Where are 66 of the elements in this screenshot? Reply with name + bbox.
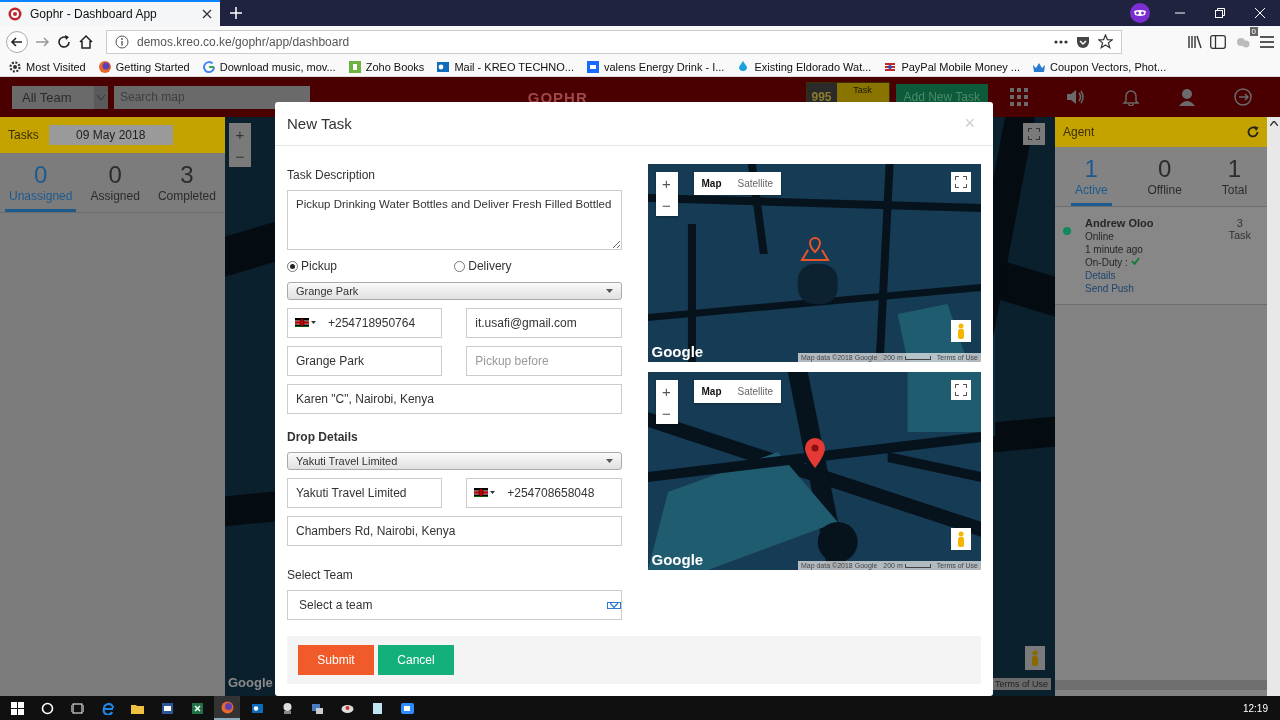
- reload-icon[interactable]: [56, 33, 72, 50]
- refresh-icon[interactable]: [1247, 126, 1259, 138]
- app-icon[interactable]: [310, 701, 324, 715]
- caret-icon: [97, 94, 105, 100]
- panel-title: Tasks: [8, 128, 39, 142]
- logo-icon: [8, 7, 22, 21]
- scrollbar[interactable]: [1267, 117, 1280, 696]
- home-icon[interactable]: [78, 33, 94, 50]
- last-seen: 1 minute ago: [1085, 244, 1144, 255]
- user-icon[interactable]: [1178, 88, 1196, 106]
- plus-icon[interactable]: [230, 7, 242, 19]
- tab-title: Gophr - Dashboard App: [30, 7, 158, 21]
- clock: 12:19: [1241, 702, 1269, 714]
- video-icon[interactable]: [400, 701, 414, 715]
- more-icon[interactable]: [1054, 39, 1068, 44]
- apps-icon[interactable]: [1010, 88, 1028, 106]
- fox-icon[interactable]: [220, 700, 234, 714]
- extension-badge: 0: [1249, 26, 1258, 36]
- bookmark-link[interactable]: valens Energy Drink - I...: [603, 60, 725, 73]
- speaker-icon[interactable]: [1066, 88, 1084, 106]
- duty-label: On-Duty :: [1085, 257, 1128, 268]
- logout-icon[interactable]: [1234, 88, 1252, 106]
- sidebar-icon[interactable]: [1210, 34, 1226, 49]
- windows-icon[interactable]: [10, 701, 24, 715]
- bookmark-link[interactable]: Download music, mov...: [219, 60, 336, 73]
- team-select-value: All Team: [22, 89, 72, 105]
- spreadsheet-icon[interactable]: [190, 701, 204, 715]
- stat-tab[interactable]: 1 Total: [1217, 155, 1252, 206]
- agent-status: Online: [1085, 231, 1115, 242]
- restore-icon[interactable]: [1215, 8, 1225, 18]
- bookmark-icon: [201, 59, 216, 74]
- menu-icon[interactable]: [1260, 35, 1274, 48]
- bookmark-link[interactable]: Most Visited: [26, 60, 86, 73]
- date-field[interactable]: 09 May 2018: [48, 125, 173, 145]
- info-icon: [115, 34, 129, 49]
- task-view-icon[interactable]: [70, 701, 84, 715]
- browser-tab[interactable]: Gophr - Dashboard App: [0, 0, 220, 26]
- bookmark-link[interactable]: Getting Started: [115, 60, 190, 73]
- bookmark-link[interactable]: PayPal Mobile Money ...: [901, 60, 1020, 73]
- panel-title: Agent: [1063, 125, 1095, 139]
- bookmark-link[interactable]: Mail - KREO TECHNO...: [454, 60, 574, 73]
- agent-name: Andrew Oloo: [1085, 217, 1155, 229]
- address-bar[interactable]: demos.kreo.co.ke/gophr/app/dashboard: [106, 29, 1122, 54]
- notepad-icon[interactable]: [370, 701, 384, 715]
- scrollbar[interactable]: [1055, 680, 1267, 690]
- bell-icon[interactable]: [1122, 88, 1140, 106]
- scroll-up-icon[interactable]: [1269, 121, 1278, 126]
- close-icon[interactable]: [202, 9, 212, 19]
- bookmark-icon: [8, 59, 22, 74]
- search-icon[interactable]: [40, 701, 54, 715]
- bookmark-icon: [97, 59, 112, 74]
- bookmark-link[interactable]: Coupon Vectors, Phot...: [1050, 60, 1167, 73]
- mail-icon[interactable]: [250, 701, 264, 715]
- bookmark-link[interactable]: Existing Eldorado Wat...: [754, 60, 872, 73]
- document-icon[interactable]: [160, 701, 174, 715]
- task-label: Task: [1228, 229, 1251, 241]
- stat-tab[interactable]: 0 Offline: [1143, 155, 1186, 206]
- task-count: 3: [1236, 217, 1243, 229]
- browser-icon[interactable]: [100, 701, 114, 715]
- star-icon[interactable]: [1098, 34, 1113, 49]
- mask-icon: [1130, 3, 1150, 23]
- url-text: demos.kreo.co.ke/gophr/app/dashboard: [137, 34, 351, 49]
- bookmark-link[interactable]: Zoho Books: [365, 60, 425, 73]
- back-icon[interactable]: [6, 30, 28, 53]
- pocket-icon[interactable]: [1076, 34, 1090, 49]
- library-icon[interactable]: [1188, 34, 1204, 49]
